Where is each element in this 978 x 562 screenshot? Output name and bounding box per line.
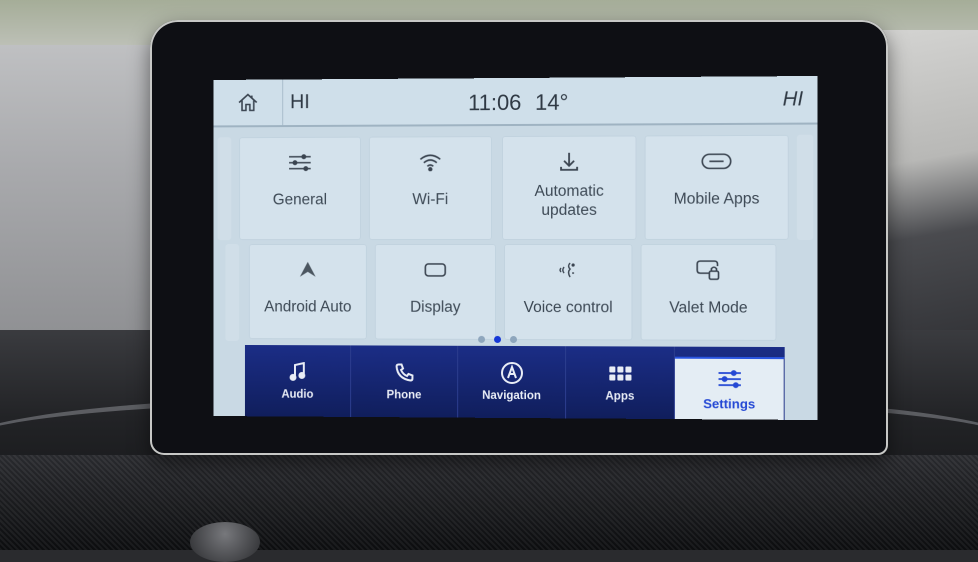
display-icon	[423, 258, 447, 282]
voice-icon	[557, 258, 579, 282]
home-icon	[237, 92, 259, 114]
nav-navigation[interactable]: Navigation	[458, 346, 566, 419]
home-button[interactable]	[214, 80, 284, 126]
carbon-trim-panel	[0, 455, 978, 550]
tile-general[interactable]: General	[239, 137, 361, 240]
page-dot-active[interactable]	[494, 336, 501, 343]
nav-phone[interactable]: Phone	[351, 345, 458, 417]
page-dot[interactable]	[478, 336, 485, 343]
tile-label: Mobile Apps	[674, 189, 760, 208]
control-knob	[190, 522, 260, 562]
tile-voice-control[interactable]: Voice control	[504, 244, 632, 340]
wifi-icon	[418, 150, 442, 174]
tile-label: Voice control	[524, 298, 613, 317]
page-indicator	[478, 336, 517, 343]
nav-label: Audio	[281, 389, 313, 401]
tile-label: Android Auto	[264, 298, 351, 317]
navigation-icon	[500, 362, 524, 384]
apps-grid-icon	[608, 362, 632, 384]
nav-settings[interactable]: Settings	[675, 357, 785, 420]
valet-lock-icon	[695, 258, 721, 282]
prev-page-tile-edge	[218, 137, 232, 240]
tile-android-auto[interactable]: Android Auto	[249, 244, 367, 339]
tile-label: Valet Mode	[669, 298, 747, 317]
passenger-climate-label[interactable]: HI	[783, 88, 803, 111]
status-bar: HI 11:06 14° HI	[214, 76, 818, 127]
nav-apps[interactable]: Apps	[566, 346, 675, 419]
next-page-tile-edge	[797, 135, 813, 240]
nav-audio[interactable]: Audio	[245, 345, 351, 417]
nav-label: Settings	[703, 396, 755, 411]
sliders-icon	[287, 151, 313, 175]
outside-temperature: 14°	[535, 90, 568, 116]
tile-label: Wi-Fi	[412, 190, 448, 209]
tile-wifi[interactable]: Wi-Fi	[369, 136, 492, 240]
tile-valet-mode[interactable]: Valet Mode	[641, 244, 777, 341]
tile-label: Display	[410, 298, 460, 317]
music-note-icon	[289, 361, 307, 383]
prev-page-tile-edge	[225, 244, 239, 341]
bottom-nav-bar: Audio Phone Navigation	[245, 345, 785, 420]
link-icon	[700, 149, 732, 173]
tile-label: General	[273, 190, 327, 209]
page-dot[interactable]	[510, 336, 517, 343]
nav-label: Navigation	[482, 390, 541, 402]
driver-climate-label[interactable]: HI	[290, 91, 310, 114]
tile-display[interactable]: Display	[375, 244, 496, 340]
download-icon	[558, 150, 580, 174]
nav-label: Apps	[605, 391, 634, 403]
nav-label: Phone	[387, 389, 422, 401]
tile-mobile-apps[interactable]: Mobile Apps	[645, 135, 789, 240]
clock: 11:06	[468, 90, 521, 116]
android-auto-icon	[298, 258, 318, 282]
tile-automatic-updates[interactable]: Automatic updates	[502, 135, 637, 240]
tile-label: Automatic updates	[524, 182, 614, 220]
sliders-icon	[716, 367, 742, 389]
phone-icon	[394, 361, 414, 383]
infotainment-screen: HI 11:06 14° HI General Wi-Fi	[214, 76, 818, 420]
